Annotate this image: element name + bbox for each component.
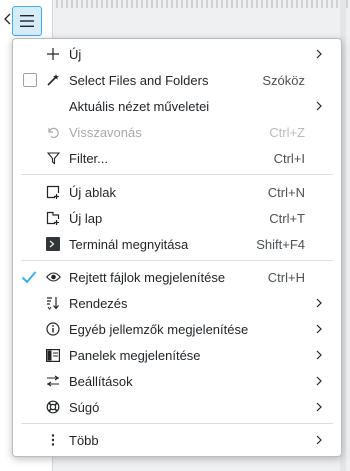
menu-item-label: Új lap [69,210,103,226]
menu-item-undo: Visszavonás Ctrl+Z [13,119,341,145]
menu-item-label: Filter... [69,150,109,166]
menu-item-new[interactable]: Új [13,41,341,67]
hamburger-dropdown-menu: Új Select Files and Folders Szóköz Aktuá… [12,38,342,457]
undo-icon [45,124,61,140]
menu-item-additional-info[interactable]: Egyéb jellemzők megjelenítése [13,316,341,342]
submenu-arrow-icon [316,49,322,59]
submenu-arrow-icon [316,298,322,308]
menu-item-show-panels[interactable]: Panelek megjelenítése [13,342,341,368]
menu-item-shortcut: Ctrl+N [267,184,305,200]
menu-item-sort[interactable]: Rendezés [13,290,341,316]
submenu-arrow-icon [316,402,322,412]
menu-item-shortcut: Ctrl+I [273,150,305,166]
settings-icon [45,373,61,389]
submenu-arrow-icon [316,101,322,111]
submenu-arrow-icon [316,376,322,386]
hamburger-menu-button[interactable] [12,6,42,36]
menu-item-new-tab[interactable]: Új lap Ctrl+T [13,205,341,231]
hamburger-icon [20,15,34,27]
menu-item-label: Egyéb jellemzők megjelenítése [69,321,249,337]
menu-item-view-actions[interactable]: Aktuális nézet műveletei [13,93,341,119]
menu-item-label: Új ablak [69,184,116,200]
panels-icon [45,347,61,363]
new-tab-icon [45,210,61,226]
submenu-arrow-icon [316,324,322,334]
menu-item-shortcut: Szóköz [262,72,305,88]
menu-item-shortcut: Ctrl+Z [269,124,305,140]
menu-item-label: Aktuális nézet műveletei [69,98,210,114]
menu-item-open-terminal[interactable]: Terminál megnyitása Shift+F4 [13,231,341,257]
plus-icon [45,46,61,62]
more-icon [45,432,61,448]
menu-separator [21,174,333,175]
background-toolbar-strip [56,0,350,8]
menu-item-label: Beállítások [69,373,133,389]
menu-item-label: Új [69,46,82,62]
sort-icon [45,295,61,311]
menu-item-label: Súgó [69,399,100,415]
menu-item-filter[interactable]: Filter... Ctrl+I [13,145,341,171]
menu-item-more[interactable]: Több [13,427,341,453]
menu-item-show-hidden-files[interactable]: Rejtett fájlok megjelenítése Ctrl+H [13,264,341,290]
menu-item-label: Panelek megjelenítése [69,347,201,363]
menu-item-help[interactable]: Súgó [13,394,341,420]
menu-item-select-files[interactable]: Select Files and Folders Szóköz [13,67,341,93]
menu-item-label: Rendezés [69,295,128,311]
info-icon [45,321,61,337]
submenu-arrow-icon [316,435,322,445]
select-files-checkbox[interactable] [23,73,37,87]
menu-item-label: Select Files and Folders [69,72,209,88]
menu-item-label: Terminál megnyitása [69,236,189,252]
menu-item-shortcut: Ctrl+T [269,210,305,226]
submenu-arrow-icon [316,350,322,360]
menu-item-label: Visszavonás [69,124,142,140]
menu-item-shortcut: Ctrl+H [267,269,305,285]
menu-item-label: Több [69,432,99,448]
menu-item-label: Rejtett fájlok megjelenítése [69,269,226,285]
menu-item-settings[interactable]: Beállítások [13,368,341,394]
menu-item-new-window[interactable]: Új ablak Ctrl+N [13,179,341,205]
terminal-icon [45,236,61,252]
new-window-icon [45,184,61,200]
filter-icon [45,150,61,166]
menu-separator [21,260,333,261]
checkmark-icon[interactable] [21,269,37,285]
eye-icon [45,269,61,285]
select-icon [45,72,61,88]
help-icon [45,399,61,415]
menu-item-shortcut: Shift+F4 [256,236,305,252]
menu-separator [21,423,333,424]
